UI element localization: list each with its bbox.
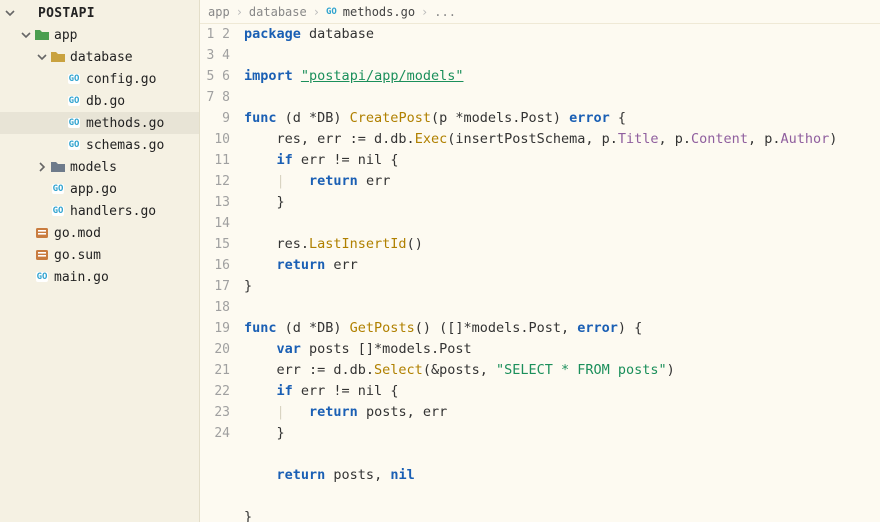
tree-file-gomod[interactable]: go.mod xyxy=(0,222,199,244)
file-icon xyxy=(34,225,50,241)
breadcrumb-file[interactable]: methods.go xyxy=(343,5,415,19)
go-icon: GO xyxy=(326,7,337,17)
folder-icon xyxy=(50,159,66,175)
code-text[interactable]: package database import "postapi/app/mod… xyxy=(240,24,880,522)
tree-file-main[interactable]: GO main.go xyxy=(0,266,199,288)
go-icon: GO xyxy=(66,93,82,109)
go-icon: GO xyxy=(66,137,82,153)
tree-label: handlers.go xyxy=(70,204,156,219)
tree-label: go.sum xyxy=(54,248,101,263)
tree-label: go.mod xyxy=(54,226,101,241)
chevron-right-icon: › xyxy=(313,5,320,19)
tree-file-gosum[interactable]: go.sum xyxy=(0,244,199,266)
folder-icon xyxy=(50,49,66,65)
tree-label: schemas.go xyxy=(86,138,164,153)
breadcrumb-seg[interactable]: app xyxy=(208,5,230,19)
tree-label: main.go xyxy=(54,270,109,285)
tree-file-handlers[interactable]: GO handlers.go xyxy=(0,200,199,222)
chevron-icon[interactable] xyxy=(36,161,48,173)
tree-folder-models[interactable]: models xyxy=(0,156,199,178)
chevron-icon[interactable] xyxy=(36,51,48,63)
tree-file-methods[interactable]: GO methods.go xyxy=(0,112,199,134)
breadcrumb-seg[interactable]: database xyxy=(249,5,307,19)
go-icon: GO xyxy=(34,269,50,285)
go-icon: GO xyxy=(66,115,82,131)
chevron-icon xyxy=(20,249,32,261)
chevron-icon xyxy=(36,183,48,195)
tree-label: database xyxy=(70,50,133,65)
tree-file-appgo[interactable]: GO app.go xyxy=(0,178,199,200)
chevron-icon xyxy=(52,117,64,129)
chevron-right-icon: › xyxy=(421,5,428,19)
folder-icon xyxy=(18,5,34,21)
tree-folder-app[interactable]: app xyxy=(0,24,199,46)
tree-label: config.go xyxy=(86,72,156,87)
tree-file-db[interactable]: GO db.go xyxy=(0,90,199,112)
tree-label: db.go xyxy=(86,94,125,109)
chevron-icon xyxy=(20,227,32,239)
tree-file-schemas[interactable]: GO schemas.go xyxy=(0,134,199,156)
breadcrumb-tail: ... xyxy=(434,5,456,19)
chevron-icon xyxy=(52,73,64,85)
editor-pane: app › database › GO methods.go › ... 1 2… xyxy=(200,0,880,522)
chevron-icon xyxy=(52,139,64,151)
tree-folder-database[interactable]: database xyxy=(0,46,199,68)
tree-label: app.go xyxy=(70,182,117,197)
folder-icon xyxy=(34,27,50,43)
tree-folder-root[interactable]: POSTAPI xyxy=(0,2,199,24)
chevron-icon xyxy=(52,95,64,107)
tree-label: app xyxy=(54,28,77,43)
go-icon: GO xyxy=(50,181,66,197)
file-icon xyxy=(34,247,50,263)
breadcrumb[interactable]: app › database › GO methods.go › ... xyxy=(200,0,880,24)
chevron-icon xyxy=(36,205,48,217)
go-icon: GO xyxy=(66,71,82,87)
chevron-icon xyxy=(20,271,32,283)
chevron-right-icon: › xyxy=(236,5,243,19)
chevron-icon[interactable] xyxy=(4,7,16,19)
go-icon: GO xyxy=(50,203,66,219)
tree-label: POSTAPI xyxy=(38,6,95,21)
project-tree[interactable]: POSTAPI app database GO config.go GO db.go GO me… xyxy=(0,0,200,522)
tree-file-config[interactable]: GO config.go xyxy=(0,68,199,90)
line-gutter: 1 2 3 4 5 6 7 8 9 10 11 12 13 14 15 16 1… xyxy=(200,24,240,522)
tree-label: models xyxy=(70,160,117,175)
tree-label: methods.go xyxy=(86,116,164,131)
chevron-icon[interactable] xyxy=(20,29,32,41)
code-area[interactable]: 1 2 3 4 5 6 7 8 9 10 11 12 13 14 15 16 1… xyxy=(200,24,880,522)
